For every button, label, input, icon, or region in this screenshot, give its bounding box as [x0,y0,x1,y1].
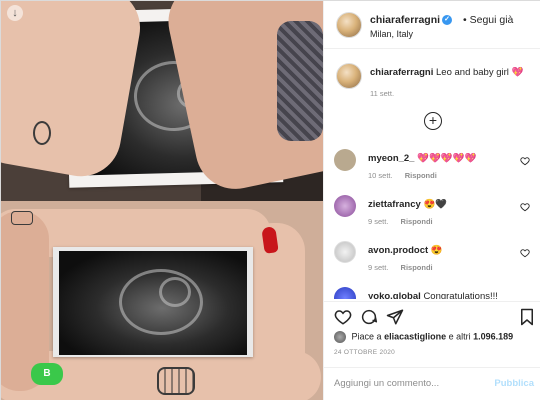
reply-button[interactable]: Rispondi [405,171,437,180]
heart-icon[interactable] [334,308,352,326]
arm-tattoo [277,21,323,141]
reply-button[interactable]: Rispondi [401,217,433,226]
follow-button[interactable]: Segui già [470,14,514,26]
comment-meta: 9 sett. Rispondi [368,217,443,226]
reply-button[interactable]: Rispondi [401,263,433,272]
post-header: chiaraferragni ✓ • Segui già Milan, Italy [324,1,540,49]
author-username[interactable]: chiaraferragni [370,14,440,26]
verified-badge-icon: ✓ [442,15,453,26]
comment-input[interactable]: Aggiungi un commento... [334,378,439,389]
caption-text-row: chiaraferragni Leo and baby girl 💖 [370,67,523,78]
comment-time: 9 sett. [368,217,389,226]
caption-username[interactable]: chiaraferragni [370,67,433,78]
comment-text-row: yoko.global Congratulations!!! [368,291,498,299]
post-location[interactable]: Milan, Italy [370,29,413,39]
comment-heart-icon[interactable] [520,202,530,212]
comment-text-row: avon.prodoct 😍 [368,245,443,256]
comment-meta: 10 sett. Rispondi [368,171,447,180]
caption-text: Leo and baby girl 💖 [436,67,524,78]
green-badge-icon: B [31,363,63,385]
likes-user[interactable]: eliacastiglione [384,331,446,341]
comment-meta: 9 sett. Rispondi [368,263,443,272]
comment-heart-icon[interactable] [520,248,530,258]
comment-username[interactable]: yoko.global [368,291,421,299]
download-icon[interactable]: ↓ [7,5,23,21]
add-comment-bar: Aggiungi un commento... Pubblica [324,367,540,400]
publish-button[interactable]: Pubblica [494,378,534,389]
comment-text: Congratulations!!! [423,291,498,299]
likes-summary: Piace a eliacastiglione e altri 1.096.18… [334,331,539,343]
comment-bubble-icon[interactable] [360,308,378,326]
comments-section: chiaraferragni Leo and baby girl 💖 11 se… [324,49,540,299]
post-sidebar: chiaraferragni ✓ • Segui già Milan, Italy… [323,1,540,400]
likes-prefix: Piace a [351,331,382,342]
bookmark-icon[interactable] [518,308,536,326]
finger-tattoo [157,367,195,395]
separator-dot: • [463,14,467,26]
instagram-post-modal: ↓ B chiaraferragni ✓ • Segui già Milan, I… [0,0,540,400]
author-username-row: chiaraferragni ✓ [370,14,453,26]
comment-text: 💖💖💖💖💖 [417,153,477,164]
commenter-avatar[interactable] [334,149,356,171]
caption-time: 11 sett. [370,89,395,98]
eye-tattoo [33,121,51,145]
commenter-avatar[interactable] [334,195,356,217]
commenter-avatar[interactable] [334,241,356,263]
comment-heart-icon[interactable] [520,156,530,166]
action-bar [324,301,540,331]
comment-text: 😍🖤 [423,199,448,210]
post-date[interactable]: 24 OTTOBRE 2020 [334,349,395,356]
comment-text-row: myeon_2_ 💖💖💖💖💖 [368,153,476,164]
comment-text-row: ziettafrancy 😍🖤 [368,199,447,210]
paper-plane-icon[interactable] [386,308,404,326]
comment-username[interactable]: myeon_2_ [368,153,414,164]
comment-text: 😍 [430,245,443,256]
knuckle-tattoo [11,211,33,225]
comment-username[interactable]: ziettafrancy [368,199,421,210]
likes-middle: e altri [448,331,471,342]
author-avatar[interactable] [336,12,362,38]
follow-row: • Segui già [463,14,513,26]
plus-circle-icon[interactable]: + [424,112,442,130]
liker-avatar[interactable] [334,331,346,343]
comment-username[interactable]: avon.prodoct [368,245,428,256]
ultrasound-photo-top [1,1,323,201]
comment-time: 9 sett. [368,263,389,272]
comment-time: 10 sett. [368,171,393,180]
commenter-avatar[interactable] [334,287,356,299]
likes-count[interactable]: 1.096.189 [473,331,513,341]
post-image[interactable]: ↓ B [1,1,323,400]
caption-avatar[interactable] [336,63,362,89]
